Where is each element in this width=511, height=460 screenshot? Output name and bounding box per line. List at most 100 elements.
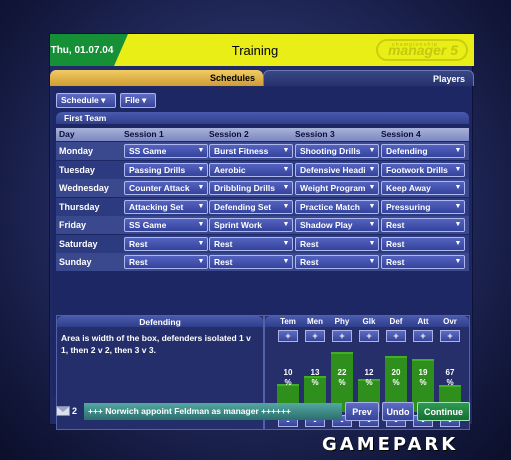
attribute-percent: 12 <box>364 368 374 377</box>
session-dropdown[interactable]: Rest ▼ <box>295 236 379 251</box>
session-value: Rest <box>300 238 319 249</box>
session-value: Rest <box>214 257 233 267</box>
attribute-value: 13% <box>304 368 326 388</box>
session-dropdown[interactable]: Burst Fitness ▼ <box>209 144 293 158</box>
session-dropdown[interactable]: Rest ▼ <box>381 218 465 232</box>
session-value: Attacking Set <box>129 201 184 212</box>
session-dropdown[interactable]: SS Game ▼ <box>124 218 208 232</box>
session-value: Shadow Play <box>300 220 353 230</box>
chevron-down-icon: ▼ <box>452 145 464 157</box>
attribute-percent: 13 <box>310 368 320 377</box>
session-dropdown[interactable]: Defending ▼ <box>381 144 465 158</box>
schedule-row: Sunday Rest ▼ Rest ▼ Rest ▼ Rest ▼ <box>56 253 469 271</box>
increase-button[interactable]: + <box>440 330 460 342</box>
chevron-down-icon: ▼ <box>195 200 207 213</box>
attribute-label: Tem <box>280 317 296 326</box>
session-dropdown[interactable]: Aerobic ▼ <box>209 162 293 177</box>
section-title: First Team <box>56 112 469 124</box>
session-dropdown[interactable]: Defending Set ▼ <box>209 199 293 214</box>
chevron-down-icon: ▼ <box>452 182 464 194</box>
schedule-row: Friday SS Game ▼ Sprint Work ▼ Shadow Play ▼ Re… <box>56 216 469 234</box>
attribute-percent: 10 <box>283 368 293 377</box>
attribute-label: Att <box>417 317 429 326</box>
session-value: Weight Program <box>300 183 366 193</box>
session-value: Aerobic <box>214 164 246 175</box>
attribute-unit: % <box>392 378 400 387</box>
mail-icon[interactable] <box>56 406 70 416</box>
session-dropdown[interactable]: Shadow Play ▼ <box>295 218 379 232</box>
session-dropdown[interactable]: Counter Attack ▼ <box>124 181 208 195</box>
increase-button[interactable]: + <box>386 330 406 342</box>
increase-button[interactable]: + <box>278 330 298 342</box>
session-dropdown[interactable]: Practice Match ▼ <box>295 199 379 214</box>
schedule-row: Tuesday Passing Drills ▼ Aerobic ▼ Defensive … <box>56 160 469 179</box>
attribute-unit: % <box>419 378 427 387</box>
session-dropdown[interactable]: Attacking Set ▼ <box>124 199 208 214</box>
session-value: Shooting Drills <box>300 146 361 156</box>
chevron-down-icon: ▼ <box>366 237 378 250</box>
schedule-row: Monday SS Game ▼ Burst Fitness ▼ Shooting Dri… <box>56 142 469 160</box>
schedule-row: Wednesday Counter Attack ▼ Dribbling Drills… <box>56 179 469 197</box>
session-dropdown[interactable]: Rest ▼ <box>381 255 465 269</box>
session-value: Rest <box>214 238 233 249</box>
session-dropdown[interactable]: Rest ▼ <box>124 236 208 251</box>
day-label: Saturday <box>59 238 98 249</box>
session-dropdown[interactable]: Footwork Drills ▼ <box>381 162 465 177</box>
description-text: Area is width of the box, defenders isol… <box>61 333 251 355</box>
session-dropdown[interactable]: Dribbling Drills ▼ <box>209 181 293 195</box>
prev-button[interactable]: Prev <box>345 402 379 421</box>
col-header-session-2: Session 2 <box>209 129 249 139</box>
increase-button[interactable]: + <box>413 330 433 342</box>
session-dropdown[interactable]: Shooting Drills ▼ <box>295 144 379 158</box>
session-dropdown[interactable]: Rest ▼ <box>295 255 379 269</box>
chevron-down-icon: ▼ <box>366 200 378 213</box>
session-value: Rest <box>129 257 148 267</box>
increase-button[interactable]: + <box>305 330 325 342</box>
chevron-down-icon: ▼ <box>366 219 378 231</box>
file-menu-button[interactable]: File ▾ <box>120 93 156 108</box>
increase-button[interactable]: + <box>332 330 352 342</box>
session-dropdown[interactable]: Rest ▼ <box>124 255 208 269</box>
chevron-down-icon: ▼ <box>452 237 464 250</box>
current-date: Thu, 01.07.04 <box>50 34 128 66</box>
attribute-label: Men <box>307 317 323 326</box>
session-dropdown[interactable]: Rest ▼ <box>209 255 293 269</box>
session-dropdown[interactable]: Keep Away ▼ <box>381 181 465 195</box>
chevron-down-icon: ▼ <box>280 182 292 194</box>
increase-button[interactable]: + <box>359 330 379 342</box>
attribute-percent: 22 <box>337 368 347 377</box>
attribute-value: 22% <box>331 368 353 388</box>
attribute-value: 19% <box>412 368 434 388</box>
session-dropdown[interactable]: Rest ▼ <box>209 236 293 251</box>
chevron-down-icon: ▼ <box>452 256 464 268</box>
session-dropdown[interactable]: Weight Program ▼ <box>295 181 379 195</box>
attribute-unit: % <box>311 378 319 387</box>
day-label: Sunday <box>59 257 92 267</box>
screen-title: Training <box>231 42 279 58</box>
session-value: SS Game <box>129 220 167 230</box>
session-dropdown[interactable]: Sprint Work ▼ <box>209 218 293 232</box>
day-label: Thursday <box>59 201 100 212</box>
status-bar: 2 +++ Norwich appoint Feldman as manager… <box>52 400 472 424</box>
schedule-menu-button[interactable]: Schedule ▾ <box>56 93 116 108</box>
chevron-down-icon: ▼ <box>195 145 207 157</box>
continue-button[interactable]: Continue <box>417 402 470 421</box>
chevron-down-icon: ▼ <box>280 163 292 176</box>
tab-schedules[interactable]: Schedules <box>50 70 263 86</box>
tab-players[interactable]: Players <box>263 70 474 86</box>
session-dropdown[interactable]: Defensive Heading ▼ <box>295 162 379 177</box>
session-value: Sprint Work <box>214 220 263 230</box>
chevron-down-icon: ▼ <box>195 237 207 250</box>
col-header-session-3: Session 3 <box>295 129 335 139</box>
session-dropdown[interactable]: Pressuring ▼ <box>381 199 465 214</box>
attribute-unit: % <box>365 378 373 387</box>
attribute-value: 10% <box>277 368 299 388</box>
undo-button[interactable]: Undo <box>382 402 414 421</box>
session-dropdown[interactable]: Rest ▼ <box>381 236 465 251</box>
session-dropdown[interactable]: SS Game ▼ <box>124 144 208 158</box>
attribute-label: Phy <box>334 317 350 326</box>
game-logo: championship manager 5 <box>376 39 468 61</box>
session-dropdown[interactable]: Passing Drills ▼ <box>124 162 208 177</box>
news-ticker: +++ Norwich appoint Feldman as manager +… <box>84 403 342 420</box>
tab-bar: Schedules Players <box>50 70 474 86</box>
